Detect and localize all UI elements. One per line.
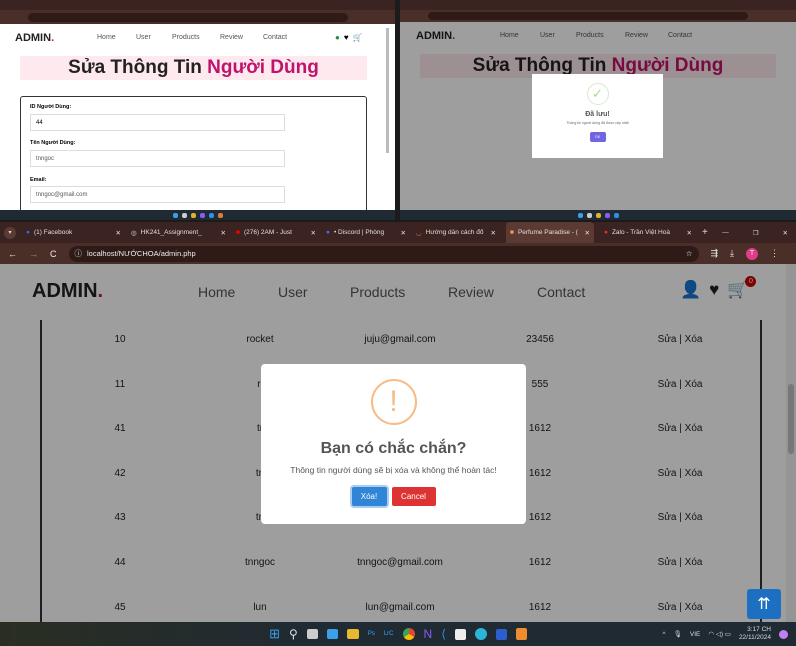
vscode-icon[interactable]: ⟨ <box>441 627 446 641</box>
cancel-button[interactable]: Cancel <box>391 487 436 506</box>
capcut-icon[interactable] <box>454 628 466 640</box>
close-window-button[interactable]: ✕ <box>783 229 788 237</box>
address-bar: ← → C ⓘ localhost/NƯỚCHOA/admin.php ☆ ⇶ … <box>0 243 796 264</box>
ok-button[interactable]: OK <box>589 132 606 142</box>
scroll-to-top-button[interactable]: ⇈ <box>747 589 781 619</box>
bookmark-star-icon[interactable]: ☆ <box>686 249 693 258</box>
xampp-icon[interactable] <box>515 628 527 640</box>
admin-screenshot: ▾ ● (1) Facebook ✕ ◎ HK241_Assignment_ ✕ ■ (2… <box>0 222 796 646</box>
lightroom-icon[interactable]: LrC <box>384 631 394 637</box>
logo-dot: . <box>51 32 55 44</box>
site-info-icon[interactable]: ⓘ <box>75 248 83 259</box>
logo-text: ADMIN <box>15 32 52 44</box>
cast-icon[interactable]: ⇶ <box>711 248 719 259</box>
confirm-delete-button[interactable]: Xóa! <box>351 487 387 506</box>
forward-icon[interactable]: → <box>29 249 38 259</box>
widgets-icon[interactable] <box>326 629 338 639</box>
chrome-icon[interactable] <box>402 628 415 640</box>
url-field[interactable]: ⓘ localhost/NƯỚCHOA/admin.php ☆ <box>68 245 699 262</box>
user-icon[interactable]: ● <box>335 33 340 42</box>
url-text: localhost/NƯỚCHOA/admin.php <box>87 249 196 258</box>
tab-search-icon[interactable]: ▾ <box>4 226 16 239</box>
nav-products[interactable]: Products <box>172 34 200 41</box>
page-title: Sửa Thông Tin <box>68 57 202 78</box>
wifi-volume-battery-icon[interactable]: ◠ ◁) ▭ <box>708 630 731 638</box>
saved-dialog-title: Đã lưu! <box>585 111 610 118</box>
edit-user-screenshot: ADMIN. Home User Products Review Contact… <box>0 0 395 220</box>
tab-bar <box>0 0 395 10</box>
address-bar <box>0 10 395 24</box>
nav-user[interactable]: User <box>136 34 151 41</box>
email-input[interactable]: tnngoc@gmail.com <box>30 186 285 203</box>
tab-assignment[interactable]: ◎ HK241_Assignment_ ✕ <box>131 229 226 237</box>
nav-home[interactable]: Home <box>97 34 116 41</box>
scrollbar[interactable] <box>386 28 389 153</box>
tab-bar: ▾ ● (1) Facebook ✕ ◎ HK241_Assignment_ ✕ ■ (2… <box>0 222 796 243</box>
file-explorer-icon[interactable] <box>346 629 359 639</box>
cart-icon[interactable]: 🛒 <box>353 33 363 42</box>
email-label: Email: <box>30 177 47 183</box>
taskbar: ⊞ ⚲ Ps LrC N ⟨ ^ 🎙 VIE ◠ ◁) ▭ 3:17 CH 22/… <box>0 622 796 646</box>
word-icon[interactable] <box>495 628 507 640</box>
reload-icon[interactable]: C <box>50 249 57 259</box>
warning-icon: ! <box>370 379 417 425</box>
download-icon[interactable]: ⤓ <box>730 248 734 259</box>
tab-zalo[interactable]: ● Zalo - Trần Việt Hoà ✕ <box>604 229 692 237</box>
start-icon[interactable]: ⊞ <box>269 626 280 642</box>
language-indicator[interactable]: VIE <box>690 631 700 638</box>
notification-icon[interactable] <box>779 629 788 639</box>
back-icon[interactable]: ← <box>8 249 17 259</box>
minimize-button[interactable]: — <box>722 229 729 236</box>
photoshop-icon[interactable]: Ps <box>368 631 375 637</box>
logo: ADMIN. <box>15 32 54 44</box>
edge-icon[interactable] <box>474 628 487 640</box>
saved-screenshot: ADMIN. Home User Products Review Contact… <box>400 0 796 220</box>
tab-perfume-paradise[interactable]: ■ Perfume Paradise - (✕ <box>506 222 594 243</box>
nav-review[interactable]: Review <box>220 34 243 41</box>
search-icon[interactable]: ⚲ <box>289 627 298 641</box>
microphone-icon[interactable]: 🎙 <box>674 630 682 638</box>
maximize-button[interactable]: ❐ <box>753 229 759 237</box>
menu-icon[interactable]: ⋮ <box>770 248 779 259</box>
taskbar <box>0 210 395 220</box>
saved-dialog-message: Thông tin người dùng đã được cập nhật <box>566 121 629 125</box>
page-title-highlight: Người Dùng <box>207 57 319 78</box>
visual-studio-icon[interactable]: N <box>424 627 433 641</box>
saved-dialog: ✓ Đã lưu! Thông tin người dùng đã được c… <box>532 74 663 158</box>
new-tab-button[interactable]: + <box>702 227 708 238</box>
tab-youtube[interactable]: ■ (276) 2AM - Just ✕ <box>236 229 316 237</box>
confirm-delete-dialog: ! Bạn có chắc chắn? Thông tin người dùng… <box>261 364 526 524</box>
task-view-icon[interactable] <box>306 629 318 639</box>
username-label: Tên Người Dùng: <box>30 140 76 146</box>
tab-discord[interactable]: ● • Discord | Phòng ✕ <box>326 229 406 237</box>
username-input[interactable]: tnngoc <box>30 150 285 167</box>
clock[interactable]: 3:17 CH 22/11/2024 <box>739 626 771 642</box>
success-check-icon: ✓ <box>586 83 609 105</box>
heart-icon[interactable]: ♥ <box>344 33 349 42</box>
confirm-dialog-message: Thông tin người dùng sẽ bị xóa và không … <box>290 465 497 475</box>
nav-contact[interactable]: Contact <box>263 34 287 41</box>
clock-date: 22/11/2024 <box>738 634 771 641</box>
page-title-banner: Sửa Thông Tin Người Dùng <box>20 56 367 80</box>
url-field[interactable] <box>28 12 348 22</box>
clock-time: 3:17 CH <box>747 626 771 633</box>
tab-guide[interactable]: ◡ Hướng dẫn cách đổ ✕ <box>416 229 496 237</box>
id-input[interactable]: 44 <box>30 114 285 131</box>
tab-facebook[interactable]: ● (1) Facebook ✕ <box>26 229 121 237</box>
id-label: ID Người Dùng: <box>30 104 72 110</box>
tray-chevron-icon[interactable]: ^ <box>663 631 666 638</box>
profile-avatar[interactable]: T <box>746 247 759 260</box>
confirm-dialog-title: Bạn có chắc chắn? <box>320 440 467 457</box>
